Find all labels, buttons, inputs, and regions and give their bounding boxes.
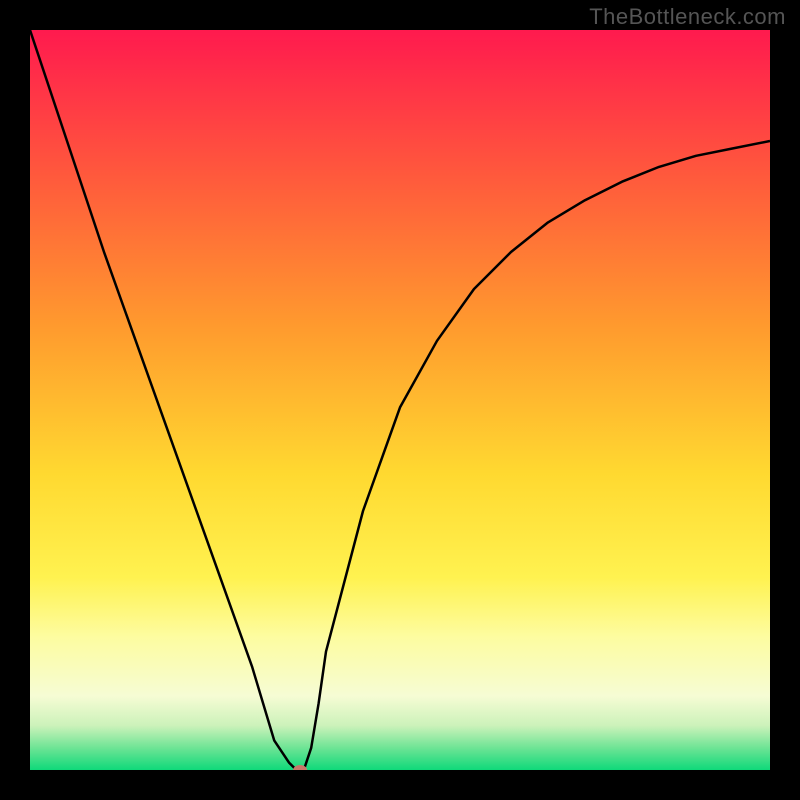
watermark-text: TheBottleneck.com xyxy=(589,4,786,30)
chart-frame: TheBottleneck.com xyxy=(0,0,800,800)
chart-svg xyxy=(30,30,770,770)
plot-area xyxy=(30,30,770,770)
gradient-background xyxy=(30,30,770,770)
